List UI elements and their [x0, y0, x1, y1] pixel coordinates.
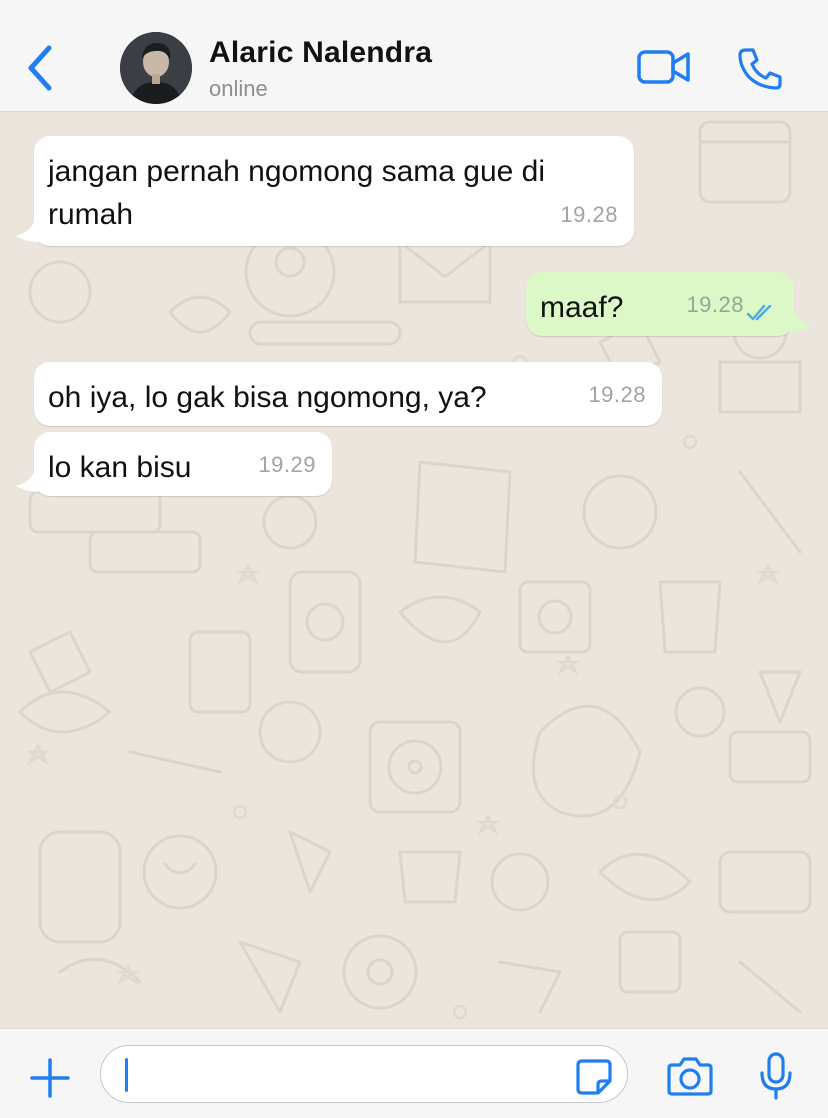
- double-check-icon: [746, 304, 772, 321]
- contact-status: online: [209, 76, 268, 101]
- message-input[interactable]: [100, 1045, 628, 1103]
- chevron-left-icon: [28, 45, 52, 91]
- chat-area[interactable]: jangan pernah ngomong sama gue di rumah …: [0, 112, 828, 1028]
- message-text: maaf?: [540, 291, 624, 324]
- voice-call-button[interactable]: [736, 46, 784, 92]
- message-bubble-incoming[interactable]: jangan pernah ngomong sama gue di rumah …: [34, 136, 634, 246]
- chat-wallpaper: [18, 120, 812, 1020]
- message-input-bar: [0, 1028, 828, 1118]
- text-caret: [125, 1058, 128, 1092]
- avatar[interactable]: [120, 32, 192, 104]
- contact-name[interactable]: Alaric Nalendra: [209, 36, 432, 70]
- message-time: 19.29: [258, 452, 316, 477]
- chat-header: Alaric Nalendra online: [0, 0, 828, 112]
- plus-icon: [30, 1058, 70, 1098]
- back-button[interactable]: [18, 40, 62, 96]
- avatar-photo: [120, 32, 192, 104]
- message-bubble-incoming[interactable]: oh iya, lo gak bisa ngomong, ya? 19.28: [34, 362, 662, 426]
- video-call-button[interactable]: [636, 46, 692, 90]
- sticker-button[interactable]: [574, 1057, 614, 1097]
- message-bubble-outgoing[interactable]: maaf? 19.28: [526, 272, 794, 336]
- sticker-icon: [576, 1059, 612, 1095]
- message-time: 19.28: [560, 202, 618, 227]
- message-text: lo kan bisu: [48, 451, 192, 484]
- video-camera-icon: [637, 50, 690, 84]
- microphone-button[interactable]: [758, 1051, 794, 1101]
- bubble-tail: [788, 312, 812, 332]
- message-text: oh iya, lo gak bisa ngomong, ya?: [48, 381, 487, 414]
- camera-icon: [667, 1057, 713, 1096]
- message-bubble-incoming[interactable]: lo kan bisu 19.29: [34, 432, 332, 496]
- camera-button[interactable]: [666, 1055, 714, 1097]
- message-time: 19.28: [588, 382, 646, 407]
- message-time: 19.28: [686, 292, 744, 317]
- message-text: jangan pernah ngomong sama gue di rumah: [48, 155, 546, 231]
- bubble-tail: [16, 222, 40, 242]
- microphone-icon: [760, 1052, 792, 1100]
- attach-button[interactable]: [26, 1054, 74, 1102]
- bubble-tail: [16, 472, 40, 492]
- phone-icon: [738, 48, 782, 90]
